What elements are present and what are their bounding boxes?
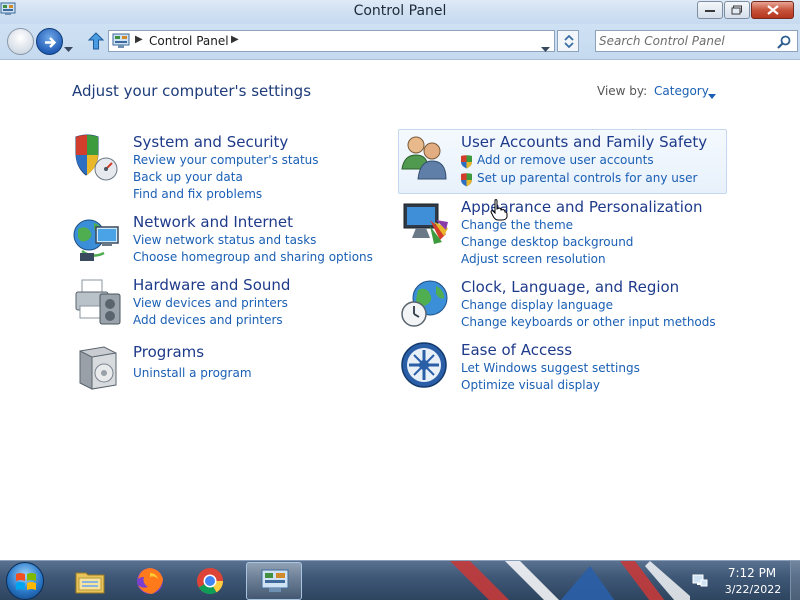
search-input[interactable] — [599, 33, 769, 49]
link-parental-controls[interactable]: Set up parental controls for any user — [477, 171, 697, 185]
link-suggest-settings[interactable]: Let Windows suggest settings — [461, 361, 640, 375]
category-title[interactable]: Hardware and Sound — [133, 276, 290, 294]
link-add-devices-printers[interactable]: Add devices and printers — [133, 313, 283, 327]
link-review-status[interactable]: Review your computer's status — [133, 153, 319, 167]
recent-pages-dropdown-icon[interactable] — [64, 38, 73, 57]
uac-shield-icon — [460, 154, 474, 169]
monitor-palette-icon[interactable] — [400, 198, 452, 250]
link-homegroup-sharing[interactable]: Choose homegroup and sharing options — [133, 250, 373, 264]
category-title[interactable]: Clock, Language, and Region — [461, 278, 679, 296]
control-panel-icon — [261, 569, 289, 592]
address-field[interactable]: ▶ Control Panel ▶ — [108, 30, 555, 52]
hand-cursor-icon — [490, 199, 508, 225]
link-display-language[interactable]: Change display language — [461, 298, 613, 312]
view-by-label: View by: — [597, 84, 648, 98]
programs-box-icon[interactable] — [72, 343, 124, 395]
breadcrumb-separator-icon[interactable]: ▶ — [231, 34, 239, 45]
chevron-down-icon[interactable] — [708, 88, 716, 102]
network-globe-icon[interactable] — [72, 213, 124, 265]
category-title[interactable]: Network and Internet — [133, 213, 293, 231]
link-uninstall-program[interactable]: Uninstall a program — [133, 366, 252, 380]
uac-shield-icon — [460, 172, 474, 187]
system-tray: 7:12 PM 3/22/2022 — [686, 561, 800, 600]
file-explorer-icon — [75, 572, 105, 594]
back-button[interactable] — [7, 28, 34, 55]
page-title: Adjust your computer's settings — [72, 82, 312, 100]
start-button[interactable] — [6, 562, 44, 600]
shield-icon[interactable] — [72, 133, 124, 185]
title-bar: Control Panel — [0, 0, 800, 24]
link-change-background[interactable]: Change desktop background — [461, 235, 633, 249]
window-title: Control Panel — [353, 3, 447, 19]
category-title[interactable]: Programs — [133, 343, 204, 361]
search-box[interactable] — [595, 30, 798, 52]
control-panel-icon — [112, 33, 130, 53]
link-screen-resolution[interactable]: Adjust screen resolution — [461, 252, 606, 266]
category-title[interactable]: Ease of Access — [461, 341, 572, 359]
show-desktop-button[interactable] — [790, 561, 800, 600]
chrome-icon — [197, 568, 224, 595]
taskbar-firefox[interactable] — [122, 562, 178, 600]
ease-of-access-icon[interactable] — [400, 341, 452, 393]
link-optimize-display[interactable]: Optimize visual display — [461, 378, 600, 392]
content-area: Adjust your computer's settings View by:… — [0, 61, 800, 560]
clock-globe-icon[interactable] — [400, 278, 452, 330]
category-title[interactable]: User Accounts and Family Safety — [461, 133, 707, 151]
network-status-icon[interactable] — [692, 573, 708, 593]
minimize-button[interactable] — [697, 1, 723, 19]
close-button[interactable] — [751, 1, 794, 19]
wallpaper-fragment — [450, 561, 690, 600]
taskbar: 7:12 PM 3/22/2022 — [0, 560, 800, 600]
refresh-button[interactable] — [557, 30, 579, 52]
address-toolbar: ▶ Control Panel ▶ — [0, 24, 800, 60]
clock-date[interactable]: 3/22/2022 — [722, 583, 784, 596]
link-add-remove-users[interactable]: Add or remove user accounts — [477, 153, 654, 167]
forward-button[interactable] — [36, 28, 63, 55]
link-back-up-data[interactable]: Back up your data — [133, 170, 243, 184]
link-find-fix-problems[interactable]: Find and fix problems — [133, 187, 262, 201]
taskbar-control-panel[interactable] — [246, 562, 302, 600]
link-change-theme[interactable]: Change the theme — [461, 218, 573, 232]
breadcrumb-control-panel[interactable]: Control Panel — [149, 34, 229, 48]
taskbar-file-explorer[interactable] — [62, 562, 118, 600]
link-view-network-status[interactable]: View network status and tasks — [133, 233, 316, 247]
view-by-dropdown[interactable]: Category — [654, 84, 709, 98]
printer-icon[interactable] — [72, 276, 124, 328]
view-by-control: View by: Category — [597, 84, 716, 99]
breadcrumb-separator-icon[interactable]: ▶ — [135, 34, 143, 45]
category-title[interactable]: System and Security — [133, 133, 288, 151]
users-icon[interactable] — [400, 133, 452, 185]
taskbar-chrome[interactable] — [182, 562, 238, 600]
restore-button[interactable] — [724, 1, 750, 19]
clock-time[interactable]: 7:12 PM — [724, 566, 780, 580]
address-dropdown-icon[interactable] — [541, 38, 550, 57]
link-keyboards-input[interactable]: Change keyboards or other input methods — [461, 315, 716, 329]
up-arrow-icon[interactable] — [87, 32, 105, 54]
search-icon[interactable] — [777, 34, 791, 53]
windows-logo-icon — [16, 573, 36, 590]
link-view-devices-printers[interactable]: View devices and printers — [133, 296, 288, 310]
firefox-icon — [137, 568, 163, 594]
